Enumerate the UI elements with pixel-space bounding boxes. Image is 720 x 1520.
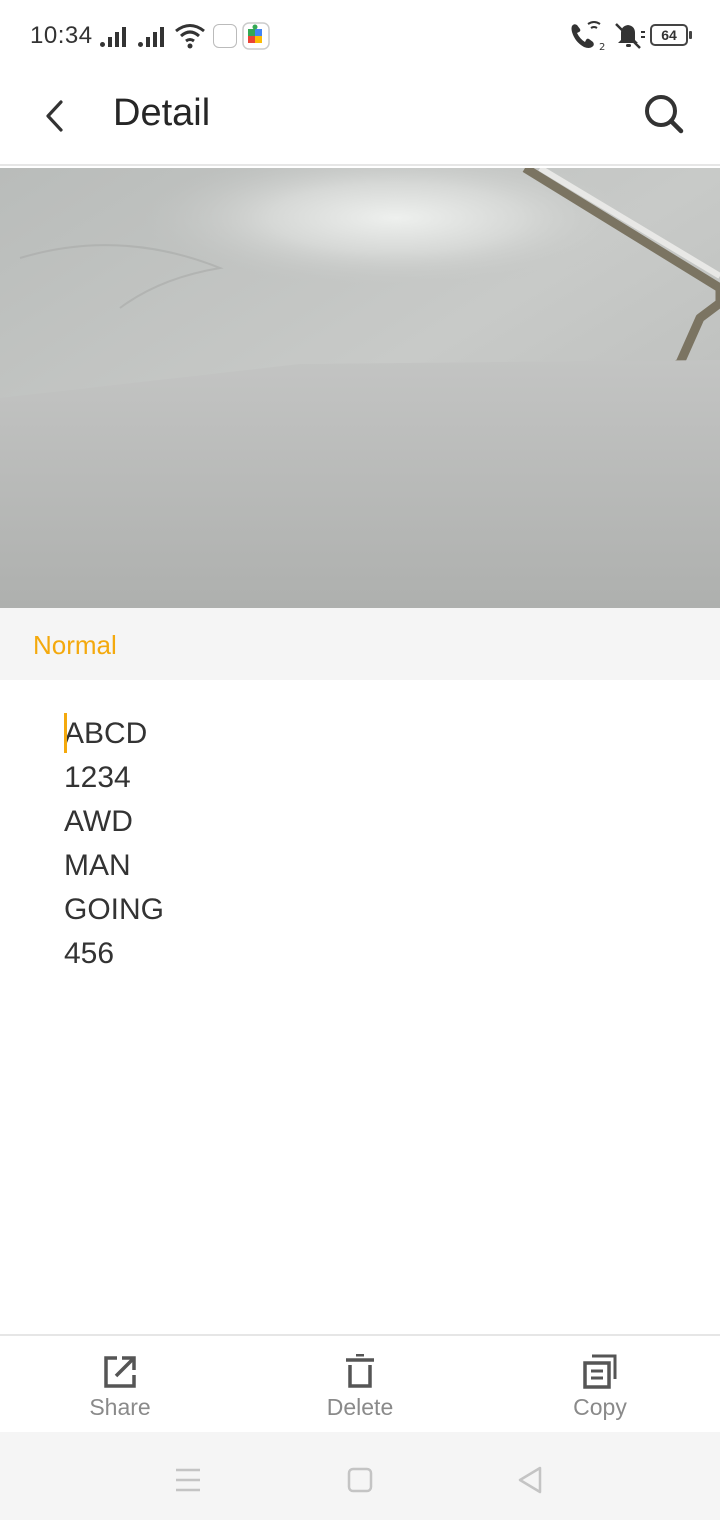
text-line: MAN: [64, 849, 131, 882]
navigation-bar: [0, 1432, 720, 1520]
bottom-toolbar: Share Delete Copy: [0, 1334, 720, 1432]
battery-icon: 64: [650, 24, 692, 46]
back-button[interactable]: [30, 90, 82, 142]
filter-label[interactable]: Normal: [33, 630, 117, 661]
wifi-icon: [174, 22, 206, 54]
filter-band: Normal: [0, 608, 720, 680]
status-time: 10:34: [30, 22, 93, 49]
text-line: 456: [64, 937, 115, 970]
text-line: GOING: [64, 893, 165, 926]
text-line: 1234: [64, 761, 131, 794]
home-icon: [347, 1467, 373, 1493]
home-button[interactable]: [340, 1460, 380, 1500]
signal-icon: [100, 25, 126, 47]
app-header: Detail: [0, 72, 720, 166]
share-button[interactable]: Share: [40, 1354, 200, 1430]
page-title: Detail: [113, 92, 211, 134]
search-icon: [645, 95, 684, 134]
recognized-text-area[interactable]: ABCD 1234 AWD MAN GOING 456: [64, 712, 664, 976]
back-triangle-icon: [518, 1466, 542, 1494]
svg-text:2: 2: [599, 42, 605, 52]
search-button[interactable]: [636, 86, 692, 142]
text-line: ABCD: [64, 717, 148, 750]
vibrate-icon: [612, 20, 646, 52]
app-notification-icon: [213, 24, 237, 48]
menu-icon: [176, 1468, 200, 1492]
status-bar: 10:34 2 64: [0, 0, 720, 72]
scanned-photo: [0, 168, 720, 608]
trash-icon: [346, 1354, 374, 1388]
copy-button[interactable]: Copy: [520, 1354, 680, 1430]
wifi-calling-icon: 2: [568, 20, 608, 53]
delete-button[interactable]: Delete: [280, 1354, 440, 1430]
puzzle-app-icon: [242, 22, 270, 54]
share-label: Share: [89, 1394, 151, 1420]
copy-label: Copy: [573, 1394, 627, 1420]
chevron-left-icon: [46, 100, 63, 132]
text-cursor: [64, 713, 67, 753]
copy-icon: [583, 1354, 617, 1389]
nav-back-button[interactable]: [510, 1460, 550, 1500]
menu-button[interactable]: [168, 1460, 208, 1500]
signal-icon: [138, 25, 164, 47]
share-icon: [104, 1356, 136, 1388]
text-line: AWD: [64, 805, 133, 838]
delete-label: Delete: [326, 1394, 394, 1420]
